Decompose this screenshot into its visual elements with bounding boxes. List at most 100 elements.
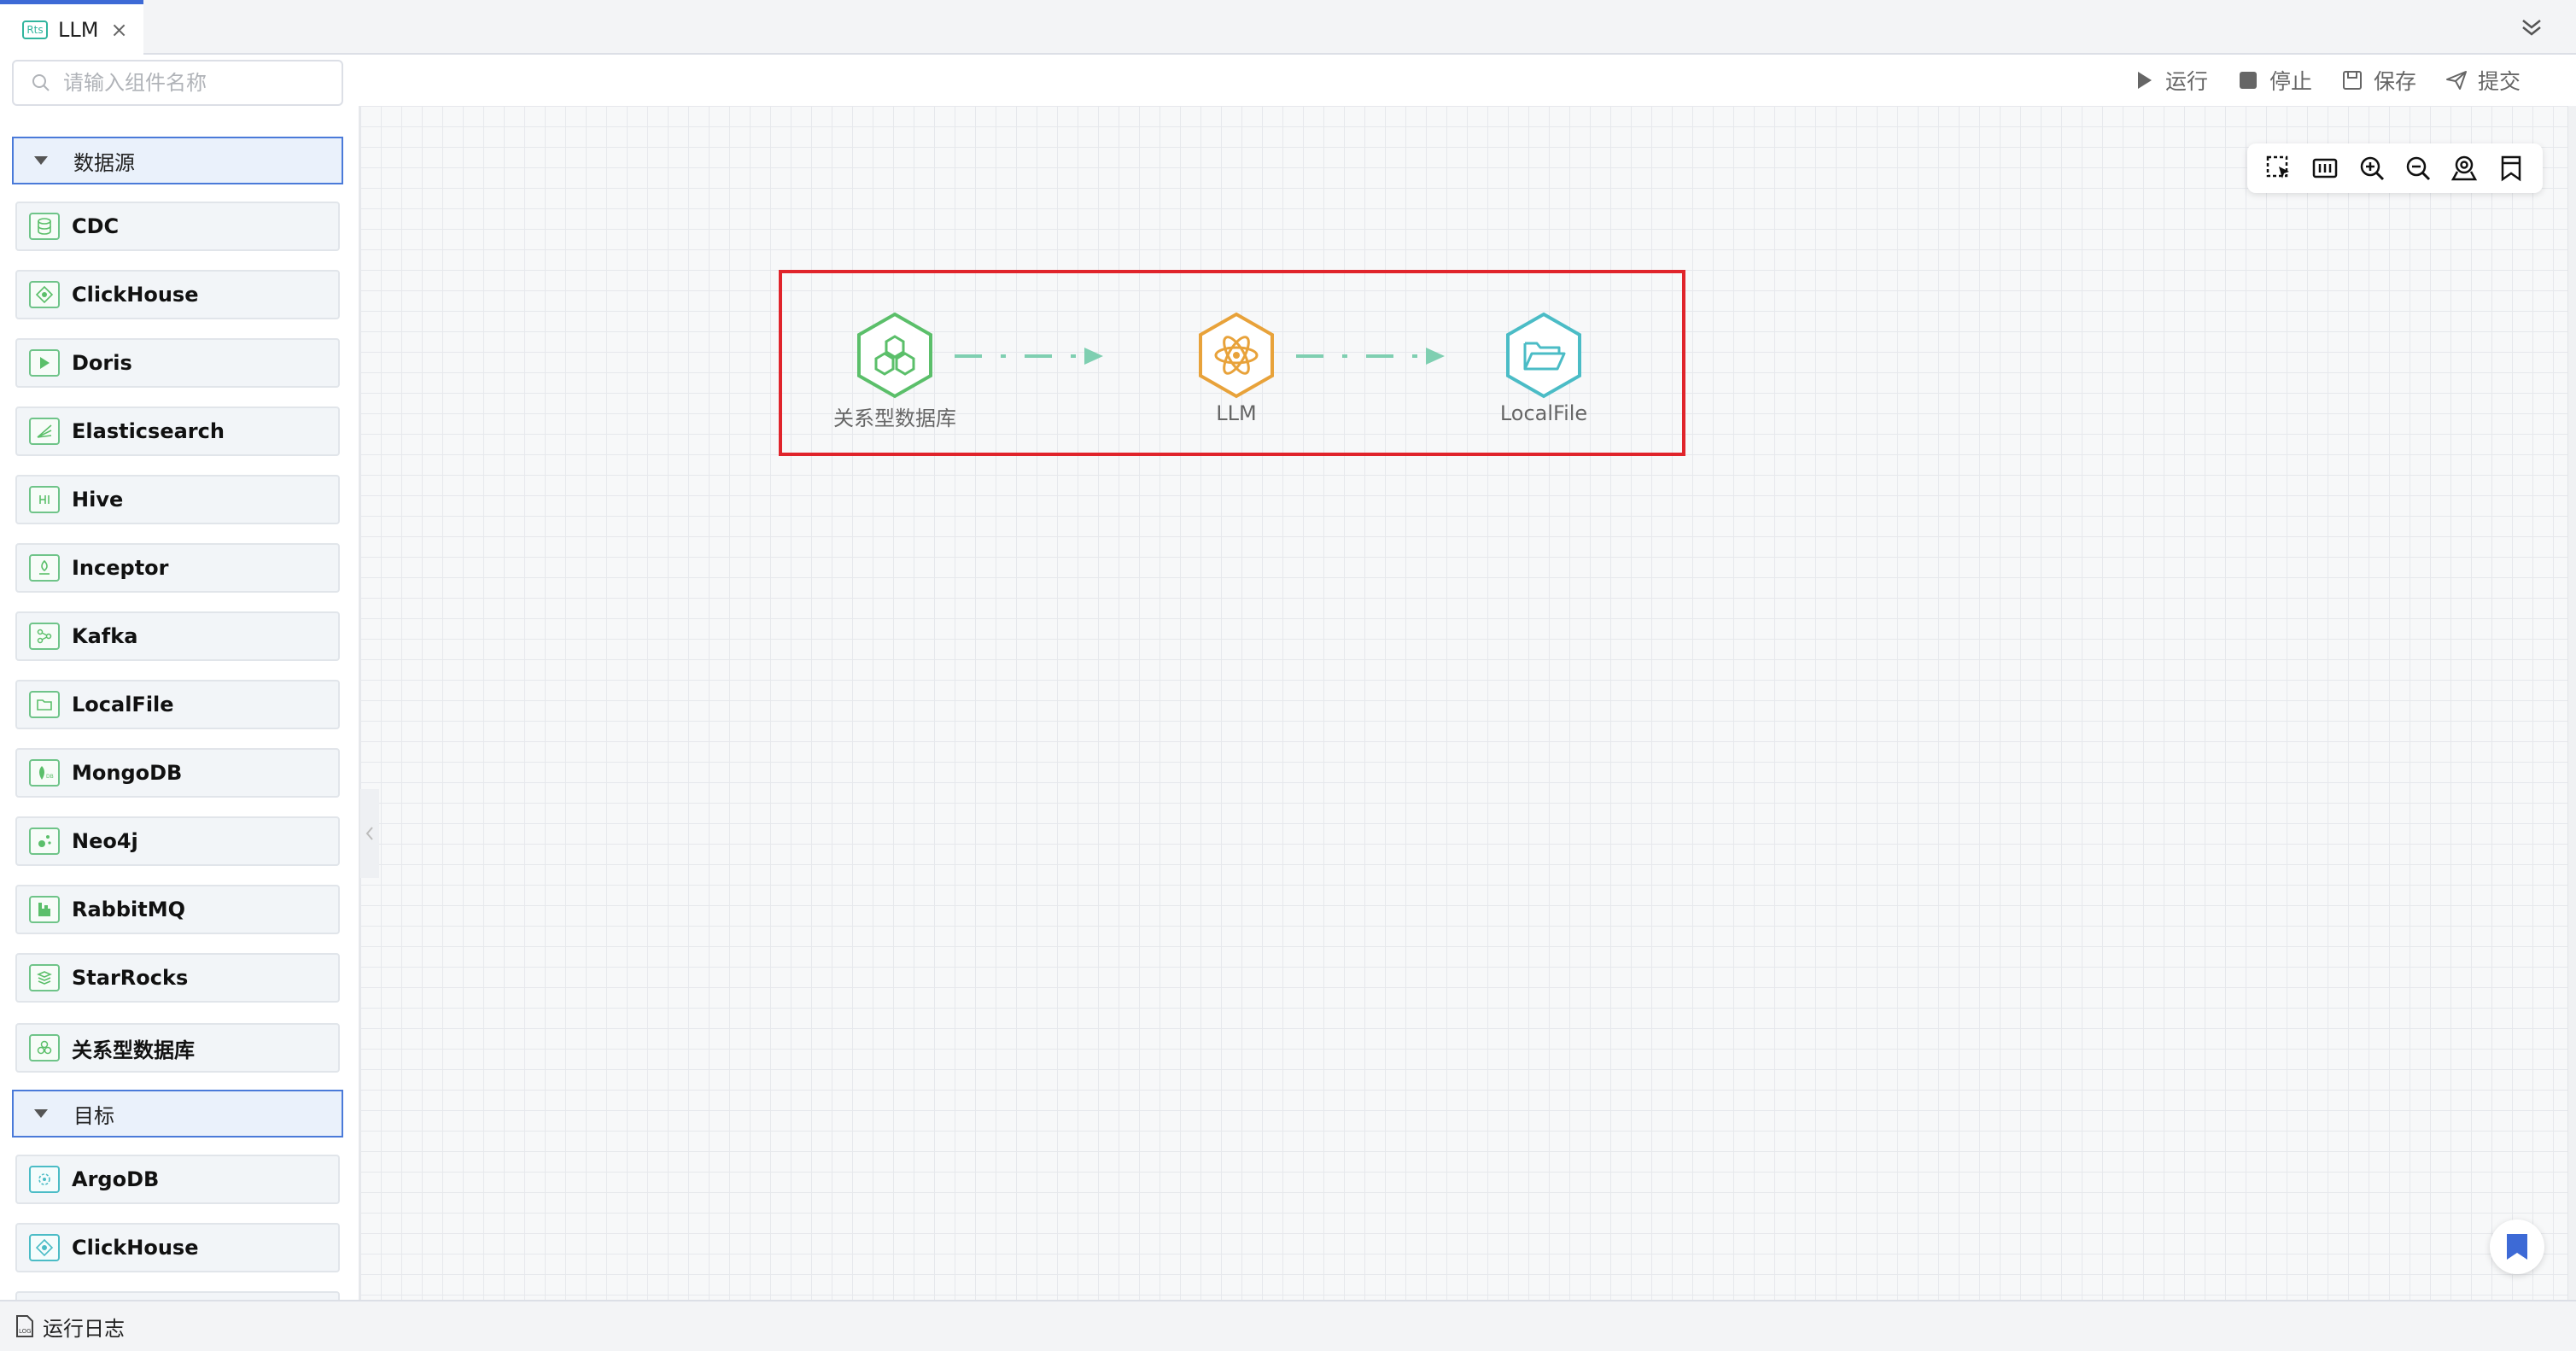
component-label: Neo4j: [72, 829, 138, 853]
hive-icon: [29, 486, 60, 513]
log-file-icon: LOG: [16, 1315, 33, 1337]
component-item-argodb[interactable]: ArgoDB: [15, 1155, 340, 1204]
component-item-cdc[interactable]: CDC: [15, 202, 340, 251]
clickhouse-icon: [29, 281, 60, 308]
component-item-localfile[interactable]: LocalFile: [15, 680, 340, 729]
component-label: RabbitMQ: [72, 898, 186, 921]
locate-icon[interactable]: [2449, 153, 2480, 184]
flow-edge-1[interactable]: [953, 343, 1105, 369]
component-item-kafka[interactable]: Kafka: [15, 611, 340, 661]
svg-text:DB: DB: [46, 774, 54, 780]
relational-db-icon: [29, 1034, 60, 1062]
component-label: ClickHouse: [72, 1236, 199, 1260]
atom-icon: [1199, 312, 1274, 399]
folder-icon: [29, 691, 60, 718]
component-item-clickhouse[interactable]: ClickHouse: [15, 270, 340, 319]
save-icon: [2342, 71, 2362, 90]
zoom-in-icon[interactable]: [2357, 153, 2387, 184]
stop-label: 停止: [2269, 69, 2312, 94]
component-item-neo4j[interactable]: Neo4j: [15, 816, 340, 866]
save-button[interactable]: 保存: [2341, 65, 2416, 96]
search-input[interactable]: [61, 70, 338, 96]
component-item-mongodb[interactable]: DB MongoDB: [15, 748, 340, 798]
component-label: Hive: [72, 488, 124, 512]
status-bar: LOG 运行日志: [0, 1300, 2576, 1351]
search-icon: [32, 74, 50, 91]
mongodb-icon: DB: [29, 759, 60, 787]
sidebar-collapse-handle[interactable]: [360, 789, 379, 878]
component-label: ArgoDB: [72, 1167, 160, 1191]
rabbitmq-icon: [29, 896, 60, 923]
vertical-scrollbar[interactable]: [2567, 106, 2576, 1300]
component-item-starrocks[interactable]: StarRocks: [15, 953, 340, 1003]
tab-label: LLM: [58, 17, 99, 42]
main-toolbar: 运行 停止 保存 提交: [359, 55, 2559, 106]
starrocks-icon: [29, 964, 60, 991]
component-label: Doris: [72, 351, 132, 375]
inceptor-icon: [29, 554, 60, 582]
component-item-inceptor[interactable]: Inceptor: [15, 543, 340, 593]
tab-bar: Rts LLM ×: [0, 0, 2576, 55]
component-label: Inceptor: [72, 556, 169, 580]
component-item-hive[interactable]: Hive: [15, 475, 340, 524]
component-sidebar: 数据源 CDC ClickHouse Doris Elasticsearch H…: [0, 55, 359, 1300]
bookmark-icon[interactable]: [2496, 153, 2526, 184]
component-label: CDC: [72, 214, 120, 238]
stop-button[interactable]: 停止: [2237, 65, 2312, 96]
component-label: 关系型数据库: [72, 1038, 195, 1062]
database-icon: [29, 213, 60, 240]
submit-label: 提交: [2477, 69, 2521, 94]
canvas-toolbar: [2247, 143, 2543, 193]
tab-llm[interactable]: Rts LLM ×: [0, 0, 143, 55]
relational-db-icon: [857, 312, 932, 399]
rts-icon: Rts: [22, 20, 48, 39]
caret-down-icon: [34, 1109, 48, 1118]
group-label: 目标: [73, 1103, 114, 1128]
component-item-rabbitmq[interactable]: RabbitMQ: [15, 885, 340, 934]
kafka-icon: [29, 623, 60, 650]
flow-node-relational-db[interactable]: 关系型数据库: [809, 311, 980, 431]
group-label: 数据源: [73, 150, 135, 175]
elasticsearch-icon: [29, 418, 60, 445]
flow-edge-2[interactable]: [1294, 343, 1446, 369]
folder-open-icon: [1506, 312, 1581, 399]
bookmark-icon: [2507, 1234, 2527, 1260]
close-icon[interactable]: ×: [110, 18, 127, 42]
group-header-sources[interactable]: 数据源: [12, 137, 343, 184]
run-log-button[interactable]: LOG 运行日志: [14, 1312, 125, 1342]
component-label: LocalFile: [72, 693, 174, 716]
doris-icon: [29, 349, 60, 377]
node-label: LLM: [1216, 401, 1257, 425]
chevron-left-icon: [365, 827, 373, 840]
fit-view-icon[interactable]: [2310, 153, 2340, 184]
node-label: 关系型数据库: [833, 406, 956, 430]
node-label: LocalFile: [1499, 401, 1588, 425]
flow-canvas[interactable]: 关系型数据库 LLM LocalFile: [360, 106, 2567, 1300]
box-select-icon[interactable]: [2263, 153, 2294, 184]
run-label: 运行: [2164, 69, 2208, 94]
clickhouse-icon: [29, 1234, 60, 1261]
component-label: Kafka: [72, 624, 138, 648]
send-icon: [2445, 71, 2467, 90]
play-icon: [2137, 72, 2152, 89]
component-item-relational-db[interactable]: 关系型数据库: [15, 1023, 340, 1073]
zoom-out-icon[interactable]: [2403, 153, 2433, 184]
component-item-elasticsearch[interactable]: Elasticsearch: [15, 406, 340, 456]
double-chevron-down-icon[interactable]: [2518, 14, 2545, 41]
component-item-partial[interactable]: [15, 1291, 340, 1300]
run-log-label: 运行日志: [43, 1316, 125, 1341]
group-header-targets[interactable]: 目标: [12, 1090, 343, 1138]
component-label: ClickHouse: [72, 283, 199, 307]
flow-node-localfile[interactable]: LocalFile: [1458, 311, 1629, 425]
svg-text:LOG: LOG: [19, 1328, 32, 1335]
component-label: StarRocks: [72, 966, 189, 990]
save-label: 保存: [2373, 69, 2416, 94]
bookmark-button[interactable]: [2490, 1219, 2544, 1274]
component-item-doris[interactable]: Doris: [15, 338, 340, 388]
stop-icon: [2239, 72, 2257, 89]
submit-button[interactable]: 提交: [2445, 65, 2521, 96]
neo4j-icon: [29, 828, 60, 855]
run-button[interactable]: 运行: [2133, 65, 2208, 96]
component-item-clickhouse-target[interactable]: ClickHouse: [15, 1223, 340, 1272]
component-label: MongoDB: [72, 761, 183, 785]
